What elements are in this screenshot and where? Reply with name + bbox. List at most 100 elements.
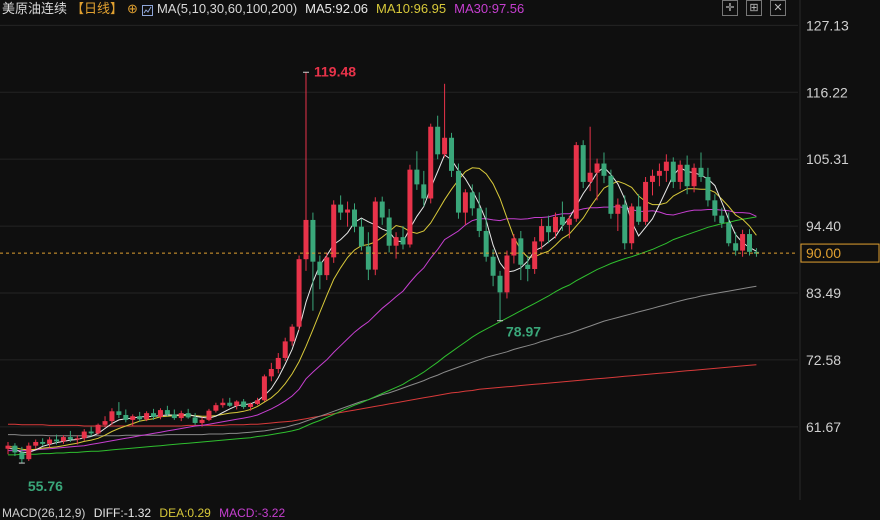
- candle: [753, 248, 759, 257]
- candle: [462, 189, 468, 225]
- candle-body: [670, 161, 676, 182]
- candle: [81, 429, 87, 441]
- candle-body: [213, 405, 219, 411]
- candle-body: [677, 164, 683, 182]
- candle-body: [178, 413, 184, 419]
- candle-body: [636, 206, 642, 222]
- candle: [227, 397, 233, 408]
- candle-body: [275, 357, 281, 369]
- candle-body: [414, 169, 420, 185]
- ma10-value: MA10:96.95: [376, 1, 447, 16]
- candle: [40, 438, 46, 446]
- start-low-annotation: 55.76: [28, 478, 63, 494]
- candle: [490, 249, 496, 287]
- candle-body: [719, 215, 725, 224]
- candle-body: [206, 410, 212, 420]
- candle-body: [393, 237, 399, 246]
- candle: [123, 409, 129, 423]
- candle-body: [428, 126, 434, 199]
- candle-body: [656, 170, 662, 176]
- candle: [95, 423, 101, 435]
- candle: [497, 270, 503, 321]
- chart-icon[interactable]: [141, 4, 153, 16]
- ma-definition[interactable]: MA(5,10,30,60,100,200): [157, 0, 297, 18]
- candle: [636, 194, 642, 225]
- candle-body: [254, 400, 260, 404]
- candle-body: [282, 341, 288, 358]
- candle: [261, 374, 267, 402]
- candle: [206, 408, 212, 422]
- candle: [656, 163, 662, 187]
- candle: [449, 132, 455, 178]
- candle-body: [497, 275, 503, 293]
- candle: [352, 203, 357, 233]
- candle-body: [518, 238, 524, 265]
- candle: [345, 201, 351, 227]
- candle-body: [726, 223, 732, 244]
- candle-body: [123, 414, 129, 420]
- price-chart[interactable]: 90.00 127.13 116.22 105.31 94.40 83.49 72.58 6…: [0, 0, 880, 520]
- candle-body: [88, 431, 94, 434]
- candle-body: [324, 257, 330, 276]
- candle: [386, 208, 392, 253]
- instrument-title: 美原油连续: [2, 1, 68, 16]
- candle-body: [144, 413, 150, 420]
- macd-label[interactable]: MACD(26,12,9): [2, 506, 85, 520]
- candle-body: [698, 167, 704, 178]
- candle-body: [234, 401, 240, 406]
- candle-body: [407, 169, 413, 245]
- candle-body: [109, 411, 115, 422]
- candle-body: [608, 175, 614, 214]
- close-icon[interactable]: ✕: [770, 0, 786, 16]
- candle-body: [539, 226, 545, 242]
- candle: [338, 195, 344, 220]
- add-indicator-icon[interactable]: ⊕: [127, 0, 138, 18]
- candle: [455, 163, 461, 219]
- candle: [726, 212, 732, 247]
- candle: [663, 154, 669, 182]
- candle-body: [462, 192, 468, 213]
- candle: [539, 218, 545, 250]
- candle-body: [261, 376, 267, 401]
- candle: [518, 230, 524, 281]
- candle: [234, 400, 240, 410]
- candle-body: [241, 401, 247, 408]
- candle-body: [95, 424, 101, 434]
- candle-body: [74, 438, 80, 440]
- candle: [608, 169, 614, 219]
- candle: [573, 142, 579, 222]
- layout-icon[interactable]: ⊞: [746, 0, 762, 16]
- candle: [691, 163, 697, 193]
- candle: [733, 232, 739, 256]
- candle-body: [171, 414, 177, 419]
- candle-body: [684, 164, 690, 187]
- candle-body: [40, 441, 46, 444]
- candle: [712, 194, 718, 222]
- candle: [705, 167, 711, 207]
- candle-body: [199, 419, 205, 423]
- candle-body: [67, 437, 73, 440]
- candle-body: [151, 413, 157, 417]
- candle: [435, 115, 441, 160]
- macd-dea: DEA:0.29: [159, 506, 211, 520]
- candle-body: [33, 441, 39, 446]
- candle-body: [47, 439, 53, 444]
- candle-body: [587, 172, 593, 182]
- y-tick-label: 94.40: [806, 218, 841, 234]
- macd-header: MACD(26,12,9) DIFF:-1.32 DEA:0.29 MACD:-…: [2, 506, 290, 520]
- candle: [303, 72, 309, 271]
- y-tick-label: 83.49: [806, 285, 841, 301]
- candle-body: [26, 445, 32, 460]
- period-selector[interactable]: 【日线】: [71, 0, 123, 18]
- y-tick-label: 105.31: [806, 151, 849, 167]
- candle-body: [12, 445, 18, 453]
- candle: [525, 255, 531, 282]
- candle-body: [81, 431, 87, 439]
- candle: [220, 398, 226, 408]
- high-annotation: 119.48: [314, 63, 356, 79]
- candle: [629, 203, 635, 250]
- macd-value: MACD:-3.22: [219, 506, 286, 520]
- crosshair-icon[interactable]: ✛: [722, 0, 738, 16]
- y-tick-label: 127.13: [806, 17, 849, 33]
- candle-body: [400, 237, 406, 245]
